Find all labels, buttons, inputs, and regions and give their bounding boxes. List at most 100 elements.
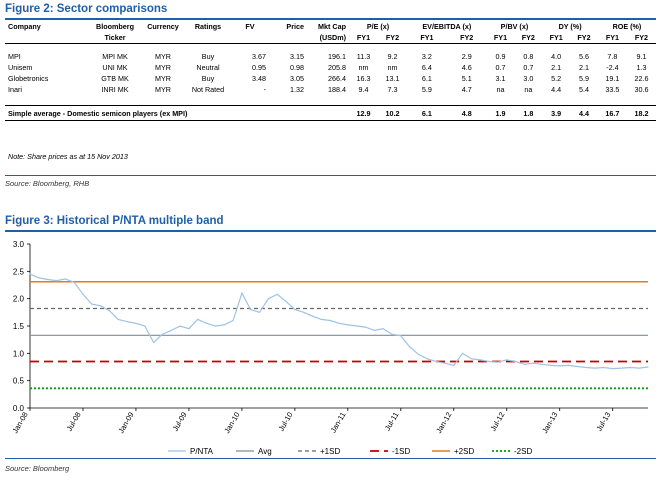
header-dy-fy1: FY1 bbox=[549, 33, 563, 42]
header-ev-ebitda: EV/EBITDA (x) bbox=[422, 22, 472, 31]
table-cell: 16.3 bbox=[356, 74, 371, 83]
table-cell: 0.9 bbox=[495, 52, 506, 61]
header-pbv: P/BV (x) bbox=[500, 22, 529, 31]
pnta-data-point bbox=[426, 358, 428, 360]
table-cell: Neutral bbox=[196, 63, 220, 72]
table-cell: 1.3 bbox=[636, 63, 647, 72]
pnta-data-point bbox=[541, 363, 543, 365]
average-value: 1.9 bbox=[495, 108, 506, 118]
pnta-data-point bbox=[629, 366, 631, 369]
pnta-data-point bbox=[638, 367, 640, 369]
pnta-data-point bbox=[232, 319, 234, 322]
pnta-data-point bbox=[303, 311, 305, 313]
table-cell: 188.4 bbox=[328, 85, 346, 94]
table-cell: nm bbox=[387, 63, 398, 72]
table-cell: Buy bbox=[201, 52, 215, 61]
y-tick-label: 2.5 bbox=[13, 267, 25, 276]
pnta-data-point bbox=[532, 362, 534, 364]
pnta-data-point bbox=[523, 363, 526, 365]
table-cell: na bbox=[496, 85, 505, 94]
pnta-data-point bbox=[197, 318, 199, 321]
table-cell: 4.6 bbox=[461, 63, 472, 72]
table-cell: 3.67 bbox=[252, 52, 266, 61]
pnta-data-point bbox=[267, 298, 269, 300]
table-cell: 1.32 bbox=[290, 85, 304, 94]
header2-blank bbox=[269, 32, 307, 44]
header-company: Company bbox=[8, 22, 41, 31]
legend-label: +2SD bbox=[454, 447, 474, 456]
pnta-data-point bbox=[223, 324, 225, 326]
table-row: Unisem UNI MK MYR Neutral 0.95 0.98 205.8 nm nm 6… bbox=[5, 62, 656, 73]
pnta-data-point bbox=[205, 322, 208, 324]
figure-2-top-rule bbox=[5, 18, 656, 20]
table-cell: MPI MK bbox=[102, 52, 128, 61]
pnta-data-point bbox=[338, 322, 340, 324]
figure-2-title: Figure 2: Sector comparisons bbox=[5, 3, 168, 15]
x-tick-label: Jan-11 bbox=[329, 411, 348, 435]
table-cell: 5.4 bbox=[579, 85, 589, 94]
table-cell: 3.0 bbox=[523, 74, 534, 83]
pnta-data-point bbox=[559, 365, 561, 367]
pnta-data-point bbox=[82, 293, 84, 295]
table-cell: 0.98 bbox=[290, 63, 304, 72]
table-cell: 196.1 bbox=[328, 52, 346, 61]
pnta-data-point bbox=[73, 281, 75, 283]
table-cell: nm bbox=[358, 63, 369, 72]
header-pbv-fy1: FY1 bbox=[493, 33, 508, 42]
header-roe-fy1: FY1 bbox=[605, 33, 620, 42]
header-ev-fy1: FY1 bbox=[420, 33, 434, 42]
header-dy: DY (%) bbox=[558, 22, 582, 31]
pnta-data-point bbox=[488, 360, 490, 363]
table-cell: 9.4 bbox=[358, 85, 369, 94]
table-cell: 22.6 bbox=[634, 74, 649, 83]
table-cell: 13.1 bbox=[385, 74, 400, 83]
pnta-data-point bbox=[100, 305, 102, 307]
header-pe-fy1: FY1 bbox=[356, 33, 371, 42]
header-price: Price bbox=[286, 22, 304, 31]
figure-3-top-rule bbox=[5, 230, 656, 232]
pnta-data-point bbox=[594, 367, 596, 369]
header-ratings: Ratings bbox=[194, 22, 222, 31]
table-cell: 6.4 bbox=[421, 63, 432, 72]
pnta-data-point bbox=[258, 311, 261, 313]
header2-blank bbox=[185, 32, 231, 44]
x-tick-label: Jan-08 bbox=[10, 411, 29, 435]
y-tick-label: 1.5 bbox=[13, 322, 25, 331]
pnta-data-point bbox=[38, 277, 40, 279]
average-value: 6.1 bbox=[421, 108, 432, 118]
pnta-data-point bbox=[444, 362, 446, 364]
header-ev-fy2: FY2 bbox=[460, 33, 474, 42]
pnta-data-point bbox=[276, 293, 278, 295]
pnta-data-point bbox=[497, 361, 499, 363]
table-cell: MYR bbox=[155, 63, 171, 72]
table-cell: INRI MK bbox=[101, 85, 129, 94]
table-cell: 11.3 bbox=[356, 52, 371, 61]
table-cell: Not Rated bbox=[191, 85, 225, 94]
figure-3-title: Figure 3: Historical P/NTA multiple band bbox=[5, 215, 224, 227]
table-cell: 3.2 bbox=[421, 52, 432, 61]
table-cell: na bbox=[524, 85, 533, 94]
x-tick-label: Jul-09 bbox=[171, 411, 189, 433]
pnta-data-point bbox=[153, 341, 155, 343]
pnta-data-point bbox=[250, 309, 252, 311]
average-row: Simple average - Domestic semicon player… bbox=[5, 105, 656, 121]
pnta-series-line bbox=[29, 273, 649, 370]
pnta-data-point bbox=[550, 364, 552, 366]
x-tick-label: Jan-10 bbox=[222, 411, 241, 435]
table-body: MPI MPI MK MYR Buy 3.67 3.15 196.1 11.3 9.2 3.2 2.… bbox=[5, 51, 656, 95]
header2-blank bbox=[141, 32, 185, 44]
pnta-data-point bbox=[409, 346, 411, 348]
table-cell: 4.7 bbox=[461, 85, 472, 94]
header-ticker: Ticker bbox=[104, 33, 126, 42]
table-cell: 19.1 bbox=[605, 74, 620, 83]
y-tick-label: 0.5 bbox=[13, 377, 25, 386]
figure-3-bottom-rule bbox=[5, 458, 656, 459]
average-value: 18.2 bbox=[634, 108, 649, 118]
company-name: Unisem bbox=[8, 63, 33, 72]
table-cell: MYR bbox=[155, 85, 171, 94]
pnta-data-point bbox=[612, 368, 614, 370]
table-cell: GTB MK bbox=[101, 74, 129, 83]
table-cell: 9.2 bbox=[387, 52, 398, 61]
pnta-data-point bbox=[29, 273, 31, 275]
pnta-data-point bbox=[179, 325, 181, 327]
